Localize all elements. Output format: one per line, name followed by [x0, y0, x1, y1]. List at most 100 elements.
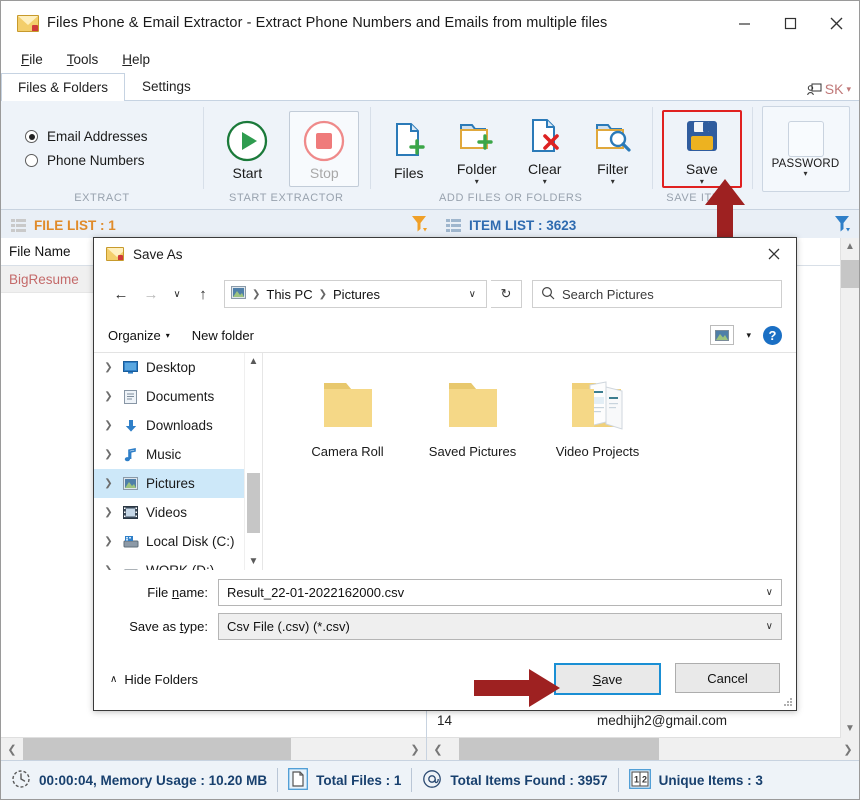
- start-button[interactable]: Start: [213, 117, 281, 181]
- tree-item-videos[interactable]: ❯ Videos: [94, 498, 244, 527]
- tree-item-documents[interactable]: ❯ Documents: [94, 382, 244, 411]
- tree-item-downloads[interactable]: ❯ Downloads: [94, 411, 244, 440]
- search-input[interactable]: Search Pictures: [532, 280, 782, 308]
- clear-button[interactable]: Clear ▾: [512, 113, 578, 185]
- item-list-hscrollbar[interactable]: ❮ ❯: [427, 737, 859, 760]
- chevron-down-icon[interactable]: ▾: [611, 179, 615, 185]
- address-bar[interactable]: ❯ This PC ❯ Pictures ∨: [224, 280, 487, 308]
- menu-item-file[interactable]: File: [9, 49, 55, 70]
- tree-item-music[interactable]: ❯ Music: [94, 440, 244, 469]
- chevron-down-icon[interactable]: ∨: [766, 621, 773, 632]
- refresh-button[interactable]: ↻: [491, 280, 522, 308]
- scroll-up-icon[interactable]: ▲: [841, 238, 859, 256]
- scroll-thumb[interactable]: [459, 738, 659, 760]
- stop-button[interactable]: Stop: [289, 111, 359, 187]
- folder-saved-pictures[interactable]: Saved Pictures: [410, 375, 535, 459]
- filter-blue-icon[interactable]: [834, 215, 851, 236]
- chevron-right-icon[interactable]: ❯: [102, 391, 115, 402]
- chevron-down-icon[interactable]: ▾: [543, 179, 547, 185]
- chevron-down-icon[interactable]: ▾: [804, 171, 808, 177]
- folder-button[interactable]: Folder ▾: [444, 113, 510, 185]
- tree-scrollbar[interactable]: ▲ ▼: [244, 353, 262, 570]
- tree-item-desktop[interactable]: ❯ Desktop: [94, 353, 244, 382]
- scroll-down-icon[interactable]: ▼: [841, 720, 859, 738]
- back-button[interactable]: ←: [108, 281, 134, 307]
- tree-item-work-d[interactable]: ❯ WORK (D:): [94, 556, 244, 570]
- file-list-hscrollbar[interactable]: ❮ ❯: [1, 737, 426, 760]
- tab-files-and-folders[interactable]: Files & Folders: [1, 73, 125, 101]
- chevron-right-icon[interactable]: ❯: [102, 565, 115, 570]
- menu-item-help[interactable]: Help: [110, 49, 162, 70]
- menu-item-help-label: elp: [132, 52, 150, 67]
- dialog-close-button[interactable]: [752, 238, 796, 270]
- save-as-type-select[interactable]: Csv File (.csv) (*.csv) ∨: [218, 613, 782, 640]
- scroll-left-icon[interactable]: ❮: [427, 743, 449, 756]
- file-list-header: FILE LIST : 1: [1, 210, 436, 240]
- filter-button[interactable]: Filter ▾: [580, 113, 646, 185]
- radio-email-addresses[interactable]: Email Addresses: [25, 129, 148, 144]
- chevron-down-icon[interactable]: ∨: [469, 289, 480, 300]
- account-menu[interactable]: SK ▾: [807, 81, 851, 97]
- radio-phone-numbers[interactable]: Phone Numbers: [25, 153, 148, 168]
- chevron-right-icon[interactable]: ❯: [102, 478, 115, 489]
- filter-orange-icon[interactable]: [411, 215, 428, 236]
- tree-item-pictures[interactable]: ❯ Pictures: [94, 469, 244, 498]
- scroll-right-icon[interactable]: ❯: [404, 743, 426, 756]
- breadcrumb-pictures[interactable]: Pictures: [333, 287, 380, 302]
- file-name-input[interactable]: Result_22-01-2022162000.csv ∨: [218, 579, 782, 606]
- chevron-right-icon[interactable]: ❯: [102, 420, 115, 431]
- chevron-down-icon[interactable]: ▾: [475, 179, 479, 185]
- scroll-thumb[interactable]: [247, 473, 260, 533]
- files-button[interactable]: Files: [376, 117, 442, 181]
- organize-button[interactable]: Organize ▾: [108, 328, 170, 343]
- unique-icon: 12: [629, 769, 651, 792]
- tree-item-local-disk-c[interactable]: ❯ Local Disk (C:): [94, 527, 244, 556]
- new-folder-button[interactable]: New folder: [192, 328, 254, 343]
- ribbon-group-password: PASSWORD ▾: [752, 101, 859, 209]
- resize-grip[interactable]: [782, 696, 793, 707]
- scroll-left-icon[interactable]: ❮: [1, 743, 23, 756]
- breadcrumb-separator: ❯: [252, 289, 260, 300]
- minimize-button[interactable]: [721, 1, 767, 45]
- scroll-right-icon[interactable]: ❯: [837, 743, 859, 756]
- scroll-track[interactable]: [23, 738, 404, 760]
- maximize-button[interactable]: [767, 1, 813, 45]
- chevron-right-icon[interactable]: ❯: [102, 362, 115, 373]
- folder-video-projects[interactable]: Video Projects: [535, 375, 660, 459]
- forward-button[interactable]: →: [138, 281, 164, 307]
- breadcrumb-this-pc[interactable]: This PC: [266, 287, 312, 302]
- dialog-save-button[interactable]: Save: [554, 663, 661, 695]
- chevron-down-icon[interactable]: ∨: [766, 587, 773, 598]
- chevron-right-icon[interactable]: ❯: [102, 536, 115, 547]
- filter-button-label: Filter: [597, 161, 628, 177]
- stop-button-label: Stop: [310, 165, 339, 181]
- scroll-down-icon[interactable]: ▼: [245, 553, 262, 570]
- hide-folders-button[interactable]: ∧ Hide Folders: [110, 672, 198, 687]
- chevron-down-icon[interactable]: ▾: [746, 330, 751, 341]
- files-button-label: Files: [394, 165, 424, 181]
- menu-item-tools[interactable]: Tools: [55, 49, 111, 70]
- view-mode-button[interactable]: [710, 325, 734, 345]
- dialog-cancel-button[interactable]: Cancel: [675, 663, 780, 693]
- tab-settings[interactable]: Settings: [125, 73, 208, 100]
- recent-locations-button[interactable]: ∨: [168, 281, 186, 307]
- scroll-up-icon[interactable]: ▲: [245, 353, 262, 370]
- scroll-thumb[interactable]: [23, 738, 291, 760]
- save-as-type-row: Save as type: Csv File (.csv) (*.csv) ∨: [108, 612, 782, 640]
- folder-camera-roll[interactable]: Camera Roll: [285, 375, 410, 459]
- chevron-right-icon[interactable]: ❯: [102, 449, 115, 460]
- file-browser-area[interactable]: Camera Roll Saved Pictures: [262, 353, 796, 570]
- up-button[interactable]: ↑: [190, 281, 216, 307]
- item-list-vscrollbar[interactable]: ▲ ▼: [840, 238, 859, 738]
- column-file-name[interactable]: File Name: [1, 244, 71, 259]
- password-button[interactable]: PASSWORD ▾: [762, 106, 850, 192]
- chevron-right-icon[interactable]: ❯: [102, 507, 115, 518]
- scroll-thumb[interactable]: [841, 260, 859, 288]
- navigation-tree: ❯ Desktop ❯ Documents ❯ Downloads: [94, 353, 262, 570]
- save-button[interactable]: Save ▾: [662, 110, 742, 188]
- close-button[interactable]: [813, 1, 859, 45]
- help-icon[interactable]: ?: [763, 326, 782, 345]
- scroll-track[interactable]: [449, 738, 837, 760]
- tree-item-label: Pictures: [146, 476, 195, 491]
- folder-button-label: Folder: [457, 161, 497, 177]
